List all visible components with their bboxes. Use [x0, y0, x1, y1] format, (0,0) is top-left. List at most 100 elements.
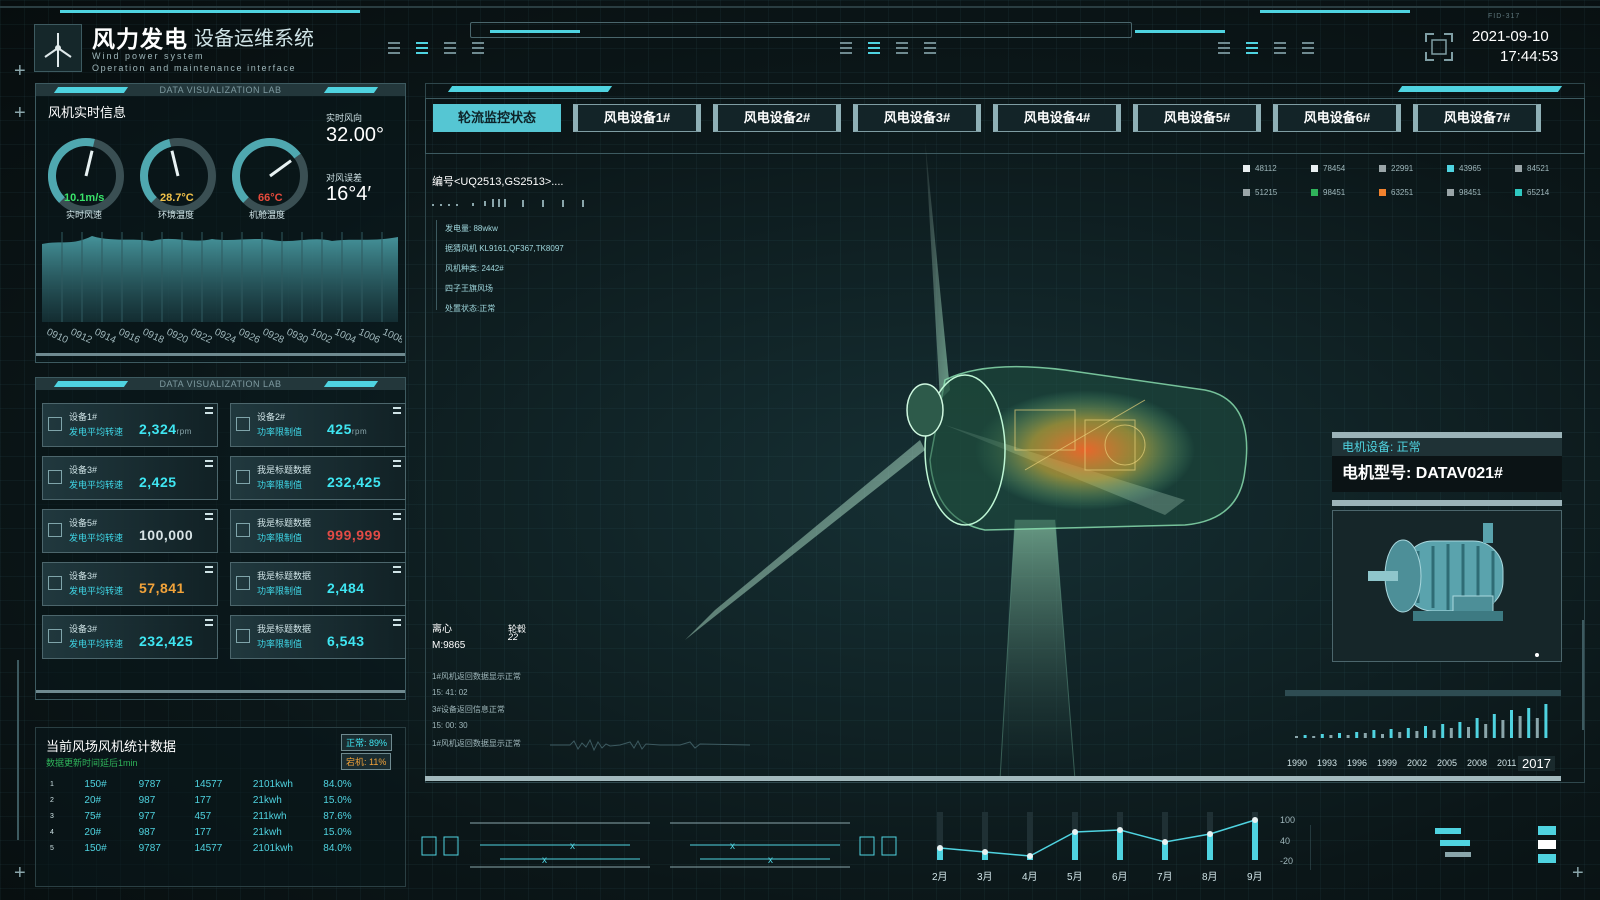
year-bar — [1449, 728, 1453, 738]
device-card-title: 我是标题数据 — [257, 624, 312, 634]
log-line-1: 15: 41: 02 — [432, 688, 468, 697]
tab-5[interactable]: 风电设备5# — [1133, 104, 1261, 132]
device-card-metric: 发电平均转速 — [69, 639, 124, 649]
bottom-right-deco — [1309, 820, 1590, 880]
legend-item: 84521 — [1515, 164, 1549, 173]
menu-icon[interactable] — [393, 566, 401, 573]
table-cell: 15.0% — [323, 826, 352, 838]
menu-icon[interactable] — [205, 619, 213, 626]
legend-item: 51215 — [1243, 188, 1277, 197]
device-card-value: 232,425 — [327, 474, 381, 490]
x-axis-tick: 1004 — [333, 327, 358, 344]
ecc-label: 离心 — [432, 624, 452, 635]
svg-text:x: x — [542, 855, 547, 866]
motor-image — [1332, 510, 1562, 662]
device-card[interactable]: 我是标题数据 功率限制值 6,543 — [230, 615, 406, 659]
table-cell: 84.0% — [323, 778, 352, 790]
month-point — [1207, 831, 1213, 837]
menu-icon[interactable] — [205, 566, 213, 573]
app-title: 风力发电 — [92, 26, 188, 52]
device-card[interactable]: 我是标题数据 功率限制值 999,999 — [230, 509, 406, 553]
fullscreen-icon[interactable] — [1424, 32, 1454, 62]
menu-icon[interactable] — [205, 513, 213, 520]
table-cell: 14577 — [194, 842, 223, 854]
plus-icon: + — [14, 862, 26, 884]
device-card[interactable]: 我是标题数据 功率限制值 232,425 — [230, 456, 406, 500]
gauge-cabin-temp-value: 66°C — [258, 192, 283, 204]
table-cell: 177 — [194, 826, 212, 838]
legend-swatch — [1311, 189, 1318, 196]
tab-4[interactable]: 风电设备4# — [993, 104, 1121, 132]
device-card[interactable]: 设备2# 功率限制值 425rpm — [230, 403, 406, 447]
svg-text:x: x — [570, 841, 575, 852]
device-card[interactable]: 设备3# 发电平均转速 57,841 — [42, 562, 218, 606]
year-bar — [1346, 735, 1350, 738]
month-label: 8月 — [1202, 872, 1218, 883]
legend-swatch — [1515, 165, 1522, 172]
tab-0[interactable]: 轮流监控状态 — [433, 104, 561, 132]
table-row[interactable]: 3 75# 977 457 211kwh 87.6% — [50, 808, 370, 824]
device-card-value: 2,425 — [139, 474, 177, 490]
tab-6[interactable]: 风电设备6# — [1273, 104, 1401, 132]
device-card[interactable]: 设备3# 发电平均转速 232,425 — [42, 615, 218, 659]
year-bar — [1406, 728, 1410, 738]
menu-icon[interactable] — [205, 407, 213, 414]
tab-7[interactable]: 风电设备7# — [1413, 104, 1541, 132]
device-card-number: 999,999 — [327, 527, 382, 543]
device-card[interactable]: 设备5# 发电平均转速 100,000 — [42, 509, 218, 553]
menu-icon[interactable] — [393, 407, 401, 414]
device-card-title: 设备1# — [69, 412, 98, 422]
table-cell: 21kwh — [252, 794, 282, 806]
menu-icon[interactable] — [393, 460, 401, 467]
table-cell: 457 — [194, 810, 212, 822]
app-subtitle-en2: Operation and maintenance interface — [92, 63, 297, 73]
year-bar — [1484, 724, 1488, 738]
device-card[interactable]: 我是标题数据 功率限制值 2,484 — [230, 562, 406, 606]
table-row[interactable]: 4 20# 987 177 21kwh 15.0% — [50, 824, 370, 840]
month-bar — [1207, 834, 1213, 860]
device-card-title: 设备3# — [69, 465, 98, 475]
table-cell: 75# — [84, 810, 102, 822]
gauge-env-temp-label: 环境温度 — [158, 210, 195, 220]
stats-title: 当前风场风机统计数据 — [46, 739, 177, 754]
tab-3[interactable]: 风电设备3# — [853, 104, 981, 132]
device-card-title: 我是标题数据 — [257, 518, 312, 528]
menu-icon[interactable] — [393, 619, 401, 626]
legend-item: 63251 — [1379, 188, 1413, 197]
year-bar — [1518, 716, 1522, 738]
device-card[interactable]: 设备1# 发电平均转速 2,324rpm — [42, 403, 218, 447]
legend-item: 98451 — [1447, 188, 1481, 197]
gauge-needle — [84, 150, 94, 177]
device-card-number: 2,324 — [139, 421, 177, 437]
device-card[interactable]: 设备3# 发电平均转速 2,425 — [42, 456, 218, 500]
year-bar — [1295, 736, 1298, 738]
right-vertical-deco — [1578, 620, 1588, 730]
y-tick-1: 40 — [1280, 836, 1291, 846]
device-card-metric: 功率限制值 — [257, 586, 303, 596]
year-bar — [1329, 735, 1333, 738]
x-axis-tick: 0926 — [237, 327, 262, 344]
table-cell: 177 — [194, 794, 212, 806]
tab-2[interactable]: 风电设备2# — [713, 104, 841, 132]
x-axis-tick: 1008 — [381, 327, 402, 344]
legend-item: 98451 — [1311, 188, 1345, 197]
menu-icon[interactable] — [393, 513, 401, 520]
table-row[interactable]: 5 150# 9787 14577 2101kwh 84.0% — [50, 840, 370, 856]
gauge-wind-speed-value: 10.1m/s — [64, 192, 105, 204]
legend-swatch — [1243, 189, 1250, 196]
table-cell: 3 — [50, 812, 54, 820]
device-card-value: 100,000 — [139, 527, 193, 543]
table-row[interactable]: 1 150# 9787 14577 2101kwh 84.0% — [50, 776, 370, 792]
month-point — [937, 845, 943, 851]
device-card-number: 232,425 — [327, 474, 382, 490]
menu-icon[interactable] — [205, 460, 213, 467]
device-icon — [48, 470, 62, 484]
month-point — [1162, 839, 1168, 845]
legend-label: 84521 — [1527, 164, 1550, 173]
device-card-metric: 功率限制值 — [257, 480, 303, 490]
month-point — [1117, 827, 1123, 833]
tab-1[interactable]: 风电设备1# — [573, 104, 701, 132]
device-card-number: 100,000 — [139, 527, 194, 543]
legend-item: 65214 — [1515, 188, 1549, 197]
table-row[interactable]: 2 20# 987 177 21kwh 15.0% — [50, 792, 370, 808]
